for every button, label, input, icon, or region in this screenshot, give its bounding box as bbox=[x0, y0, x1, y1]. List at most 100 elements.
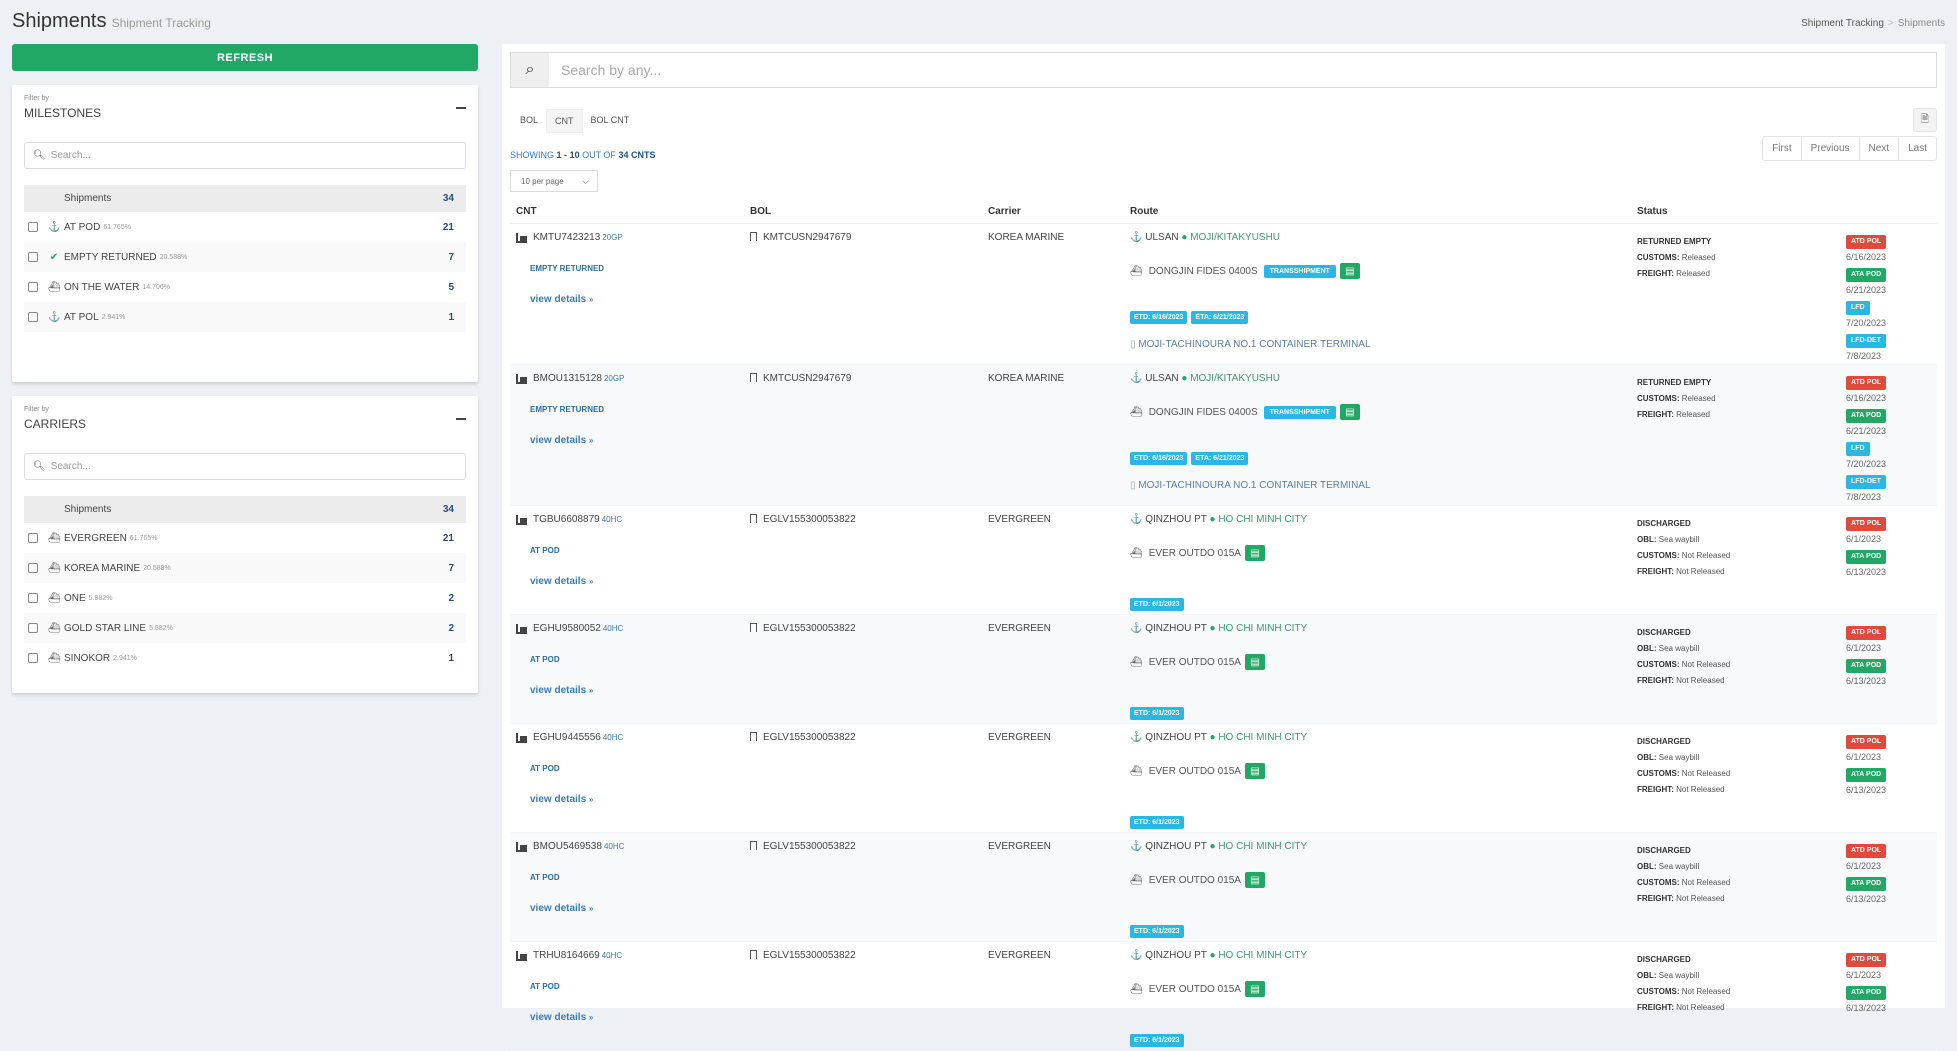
event-date: 6/13/2023 bbox=[1846, 564, 1886, 580]
status-line: OBL: Sea waybill bbox=[1637, 859, 1730, 875]
milestone-filter-item[interactable]: ⛴ON THE WATER14.706%5 bbox=[24, 272, 466, 302]
container-id[interactable]: EGHU958005240HC bbox=[516, 623, 623, 634]
checkbox[interactable] bbox=[28, 653, 38, 663]
pager-last-button[interactable]: Last bbox=[1898, 137, 1936, 160]
map-button[interactable]: ▤ bbox=[1340, 404, 1360, 420]
checkbox[interactable] bbox=[28, 533, 38, 543]
ship-icon: ⛴ bbox=[48, 653, 60, 664]
bol-number[interactable]: EGLV155300053822 bbox=[750, 623, 856, 634]
pager-first-button[interactable]: First bbox=[1763, 137, 1800, 160]
view-details-link[interactable]: view details » bbox=[530, 903, 593, 914]
milestone-filter-item[interactable]: ⚓AT POD61.765%21 bbox=[24, 212, 466, 242]
carrier-name: EVERGREEN bbox=[988, 950, 1051, 961]
chevron-double-down-icon: » bbox=[589, 436, 593, 445]
checkbox[interactable] bbox=[28, 623, 38, 633]
tab-bol-cnt[interactable]: BOL CNT bbox=[583, 109, 638, 133]
refresh-button[interactable]: REFRESH bbox=[12, 44, 478, 71]
column-header-carrier[interactable]: Carrier bbox=[988, 206, 1021, 217]
view-details-link[interactable]: view details » bbox=[530, 576, 593, 587]
view-tabs: BOLCNTBOL CNT bbox=[512, 109, 637, 133]
container-id[interactable]: EGHU944555640HC bbox=[516, 732, 623, 743]
event-badge: ATD POL bbox=[1846, 232, 1886, 249]
view-details-link[interactable]: view details » bbox=[530, 1012, 593, 1023]
milestone-filter-item[interactable]: ✔EMPTY RETURNED20.588%7 bbox=[24, 242, 466, 272]
column-header-route[interactable]: Route bbox=[1130, 206, 1158, 217]
carrier-filter-item[interactable]: ⛴ONE5.882%2 bbox=[24, 583, 466, 613]
tab-cnt[interactable]: CNT bbox=[546, 109, 583, 133]
column-header-cnt[interactable]: CNT bbox=[516, 206, 537, 217]
checkbox[interactable] bbox=[28, 593, 38, 603]
search-icon[interactable]: ⌕ bbox=[511, 53, 549, 87]
search-input[interactable]: Search by any... bbox=[549, 53, 1936, 87]
container-id[interactable]: KMTU742321320GP bbox=[516, 232, 623, 243]
container-id[interactable]: TGBU660887940HC bbox=[516, 514, 622, 525]
bol-number[interactable]: KMTCUSN2947679 bbox=[750, 232, 851, 243]
milestone-filter-item[interactable]: ⚓AT POL2.941%1 bbox=[24, 302, 466, 332]
carrier-filter-item[interactable]: ⛴SINOKOR2.941%1 bbox=[24, 643, 466, 673]
column-header-bol[interactable]: BOL bbox=[750, 206, 771, 217]
route-ports: ⚓ ULSAN ● MOJI/KITAKYUSHU bbox=[1130, 232, 1280, 243]
event-badge: ATD POL bbox=[1846, 623, 1886, 640]
carriers-search-input[interactable]: 🔍︎Search... bbox=[24, 453, 466, 480]
map-icon: ▤ bbox=[1250, 657, 1259, 668]
container-id[interactable]: BMOU546953840HC bbox=[516, 841, 624, 852]
filter-count: 1 bbox=[448, 653, 454, 664]
event-badge: LFD-DET bbox=[1846, 472, 1886, 489]
container-size: 40HC bbox=[603, 624, 623, 633]
bol-number[interactable]: EGLV155300053822 bbox=[750, 841, 856, 852]
collapse-icon[interactable] bbox=[456, 107, 466, 109]
checkbox[interactable] bbox=[28, 563, 38, 573]
checkbox[interactable] bbox=[28, 282, 38, 292]
map-button[interactable]: ▤ bbox=[1245, 981, 1265, 997]
view-details-link[interactable]: view details » bbox=[530, 794, 593, 805]
event-badge: ATD POL bbox=[1846, 514, 1886, 531]
status-info: DISCHARGEDOBL: Sea waybillCUSTOMS: Not R… bbox=[1637, 734, 1730, 798]
column-header-status[interactable]: Status bbox=[1637, 206, 1668, 217]
checkbox[interactable] bbox=[28, 222, 38, 232]
event-date: 6/21/2023 bbox=[1846, 282, 1886, 298]
ship-icon: ⛴ bbox=[48, 593, 60, 604]
export-excel-button[interactable]: 🗎 bbox=[1913, 108, 1937, 132]
eta-tag: ETD: 6/16/2023 bbox=[1130, 311, 1187, 324]
map-pin-icon: ● bbox=[1210, 950, 1216, 961]
view-details-link[interactable]: view details » bbox=[530, 435, 593, 446]
status-line: RETURNED EMPTY bbox=[1637, 234, 1716, 250]
collapse-icon[interactable] bbox=[456, 418, 466, 420]
map-button[interactable]: ▤ bbox=[1340, 263, 1360, 279]
bol-number[interactable]: EGLV155300053822 bbox=[750, 950, 856, 961]
pager-previous-button[interactable]: Previous bbox=[1801, 137, 1859, 160]
origin-port: QINZHOU PT bbox=[1145, 514, 1206, 525]
status-line: OBL: Sea waybill bbox=[1637, 641, 1730, 657]
event-date: 6/1/2023 bbox=[1846, 749, 1886, 765]
per-page-select[interactable]: 10 per page⌵ bbox=[510, 170, 598, 192]
container-id[interactable]: TRHU816466940HC bbox=[516, 950, 622, 961]
tab-bol[interactable]: BOL bbox=[512, 109, 546, 133]
view-details-link[interactable]: view details » bbox=[530, 685, 593, 696]
breadcrumb-parent[interactable]: Shipment Tracking bbox=[1801, 18, 1884, 29]
filter-label: KOREA MARINE bbox=[64, 563, 140, 574]
container-icon bbox=[516, 842, 527, 852]
bol-number[interactable]: EGLV155300053822 bbox=[750, 732, 856, 743]
milestones-search-input[interactable]: 🔍︎Search... bbox=[24, 142, 466, 169]
event-badge: ATA POD bbox=[1846, 265, 1886, 282]
map-button[interactable]: ▤ bbox=[1245, 545, 1265, 561]
container-id[interactable]: BMOU131512820GP bbox=[516, 373, 624, 384]
checkbox[interactable] bbox=[28, 252, 38, 262]
vessel-name: EVER OUTDO 015A bbox=[1149, 657, 1241, 668]
map-icon: ▤ bbox=[1345, 266, 1354, 277]
bol-number[interactable]: EGLV155300053822 bbox=[750, 514, 856, 525]
carrier-filter-item[interactable]: ⛴EVERGREEN61.765%21 bbox=[24, 523, 466, 553]
checkbox[interactable] bbox=[28, 312, 38, 322]
carrier-name: KOREA MARINE bbox=[988, 373, 1064, 384]
map-button[interactable]: ▤ bbox=[1245, 763, 1265, 779]
table-header: CNT BOL Carrier Route Status bbox=[510, 202, 1937, 224]
carrier-filter-item[interactable]: ⛴KOREA MARINE20.588%7 bbox=[24, 553, 466, 583]
pager-next-button[interactable]: Next bbox=[1859, 137, 1899, 160]
bol-number[interactable]: KMTCUSN2947679 bbox=[750, 373, 851, 384]
carrier-filter-item[interactable]: ⛴GOLD STAR LINE5.882%2 bbox=[24, 613, 466, 643]
event-badge: ATD POL bbox=[1846, 950, 1886, 967]
map-button[interactable]: ▤ bbox=[1245, 872, 1265, 888]
map-button[interactable]: ▤ bbox=[1245, 654, 1265, 670]
view-details-link[interactable]: view details » bbox=[530, 294, 593, 305]
event-badges: ATD POL6/16/2023ATA POD6/21/2023LFD7/20/… bbox=[1846, 373, 1886, 505]
